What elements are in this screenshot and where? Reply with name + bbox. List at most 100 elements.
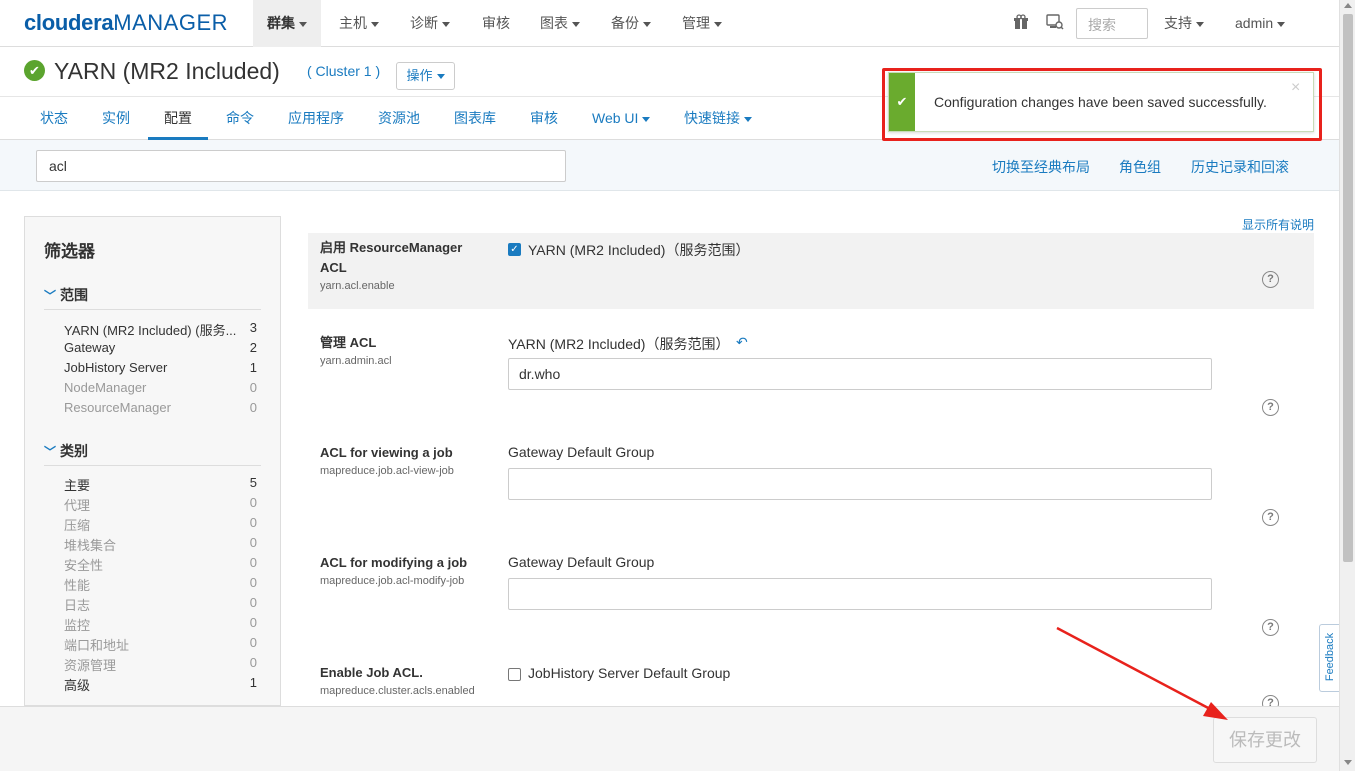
footer-bar: 保存更改 [0, 706, 1339, 771]
top-navbar: clouderaMANAGER 群集 主机 诊断 审核 图表 备份 管理 搜索 … [0, 0, 1339, 47]
config-scope-label: Gateway Default Group [508, 444, 655, 460]
global-search-input[interactable]: 搜索 [1076, 8, 1148, 39]
category-filter-count: 5 [249, 475, 257, 490]
feedback-tab[interactable]: Feedback [1319, 624, 1339, 692]
caret-down-icon [371, 21, 379, 27]
history-rollback-link[interactable]: 历史记录和回滚 [1191, 157, 1289, 177]
config-key: yarn.acl.enable [320, 280, 395, 292]
role-groups-link[interactable]: 角色组 [1119, 157, 1161, 177]
config-scope-label: JobHistory Server Default Group [528, 665, 731, 681]
page-scrollbar[interactable] [1339, 0, 1355, 771]
scroll-up-arrow-icon[interactable] [1344, 3, 1352, 8]
config-row: 管理 ACL yarn.admin.acl YARN (MR2 Included… [308, 325, 1314, 425]
show-all-descriptions-link[interactable]: 显示所有说明 [1242, 216, 1314, 233]
config-name: 管理 ACL [320, 335, 377, 350]
scope-filter-count: 0 [249, 400, 257, 415]
scope-filter-item[interactable]: YARN (MR2 Included) (服务... [64, 320, 254, 339]
category-filter-item[interactable]: 主要 [64, 475, 254, 494]
scope-filter-count: 3 [249, 320, 257, 335]
caret-down-icon [642, 116, 651, 122]
category-filter-count: 0 [249, 595, 257, 610]
view-job-acl-input[interactable] [508, 468, 1212, 500]
scope-filter-item[interactable]: JobHistory Server [64, 360, 254, 375]
annotation-highlight-box [882, 68, 1322, 141]
tab-instances[interactable]: 实例 [86, 97, 146, 140]
nav-charts[interactable]: 图表 [526, 0, 594, 47]
category-filter-item: 压缩 [64, 518, 91, 533]
tab-web-ui[interactable]: Web UI [576, 97, 666, 140]
filter-title: 筛选器 [44, 242, 95, 261]
parcel-icon[interactable] [1046, 14, 1064, 32]
category-filter-item: 安全性 [64, 558, 104, 573]
config-key: yarn.admin.acl [320, 355, 392, 367]
category-filter-item: 端口和地址 [64, 638, 130, 653]
modify-job-acl-input[interactable] [508, 578, 1212, 610]
category-section-header[interactable]: ﹀ 类别 [44, 441, 261, 466]
category-filter-item: 堆栈集合 [64, 538, 117, 553]
tab-configuration[interactable]: 配置 [148, 97, 208, 140]
category-filter-item: 资源管理 [64, 658, 117, 673]
undo-icon[interactable]: ↶ [736, 334, 748, 351]
nav-user-menu[interactable]: admin [1221, 0, 1299, 47]
gift-icon[interactable] [1012, 14, 1030, 32]
scroll-down-arrow-icon[interactable] [1344, 760, 1352, 765]
admin-acl-input[interactable]: dr.who [508, 358, 1212, 390]
config-search-input[interactable]: acl [36, 150, 566, 182]
tab-resource-pools[interactable]: 资源池 [362, 97, 436, 140]
switch-classic-layout-link[interactable]: 切换至经典布局 [992, 157, 1090, 177]
category-filter-item: 日志 [64, 598, 91, 613]
cloudera-manager-logo[interactable]: clouderaMANAGER [24, 10, 228, 36]
config-name: ACL for viewing a job [320, 445, 453, 460]
tab-chart-library[interactable]: 图表库 [438, 97, 512, 140]
category-filter-count: 0 [249, 655, 257, 670]
tab-commands[interactable]: 命令 [210, 97, 270, 140]
nav-clusters[interactable]: 群集 [253, 0, 321, 47]
service-title: YARN (MR2 Included) [54, 58, 280, 84]
config-row: ACL for viewing a job mapreduce.job.acl-… [308, 435, 1314, 535]
actions-dropdown-button[interactable]: 操作 [396, 62, 455, 90]
tab-audits[interactable]: 审核 [514, 97, 574, 140]
caret-down-icon [436, 74, 445, 80]
help-icon[interactable]: ? [1262, 509, 1279, 526]
caret-down-icon [299, 21, 307, 27]
help-icon[interactable]: ? [1262, 399, 1279, 416]
config-checkbox[interactable] [508, 668, 521, 681]
category-filter-item: 代理 [64, 498, 91, 513]
config-scope-label: YARN (MR2 Included)（服务范围） [528, 242, 750, 258]
nav-administration[interactable]: 管理 [668, 0, 736, 47]
scope-section-header[interactable]: ﹀ 范围 [44, 285, 261, 310]
nav-hosts[interactable]: 主机 [325, 0, 393, 47]
tab-status[interactable]: 状态 [24, 97, 84, 140]
category-filter-item[interactable]: 高级 [64, 675, 254, 694]
category-filter-count: 0 [249, 515, 257, 530]
check-circle-icon: ✔ [24, 60, 45, 81]
config-scope-label: YARN (MR2 Included)（服务范围） [508, 336, 730, 352]
nav-support[interactable]: 支持 [1150, 0, 1218, 47]
category-filter-count: 0 [249, 495, 257, 510]
nav-backup[interactable]: 备份 [597, 0, 665, 47]
caret-down-icon [643, 21, 651, 27]
config-key: mapreduce.cluster.acls.enabled [320, 685, 475, 697]
save-changes-button[interactable]: 保存更改 [1213, 717, 1317, 763]
caret-down-icon [744, 116, 752, 122]
help-icon[interactable]: ? [1262, 619, 1279, 636]
help-icon[interactable]: ? [1262, 271, 1279, 288]
category-filter-count: 1 [249, 675, 257, 690]
config-row: 启用 ResourceManager ACL yarn.acl.enable ✓… [308, 233, 1314, 309]
scrollbar-thumb[interactable] [1343, 14, 1353, 562]
scope-filter-item[interactable]: Gateway [64, 340, 254, 355]
nav-diagnostics[interactable]: 诊断 [396, 0, 464, 47]
config-name: Enable Job ACL. [320, 665, 423, 680]
config-name: 启用 ResourceManager ACL [320, 240, 463, 275]
config-checkbox[interactable]: ✓ [508, 243, 521, 256]
nav-audits[interactable]: 审核 [468, 0, 524, 47]
chevron-down-icon: ﹀ [44, 445, 57, 459]
feedback-label: Feedback [1324, 632, 1336, 682]
scope-filter-count: 0 [249, 380, 257, 395]
help-icon[interactable]: ? [1262, 695, 1279, 706]
cluster-link[interactable]: ( Cluster 1 ) [307, 63, 380, 79]
category-filter-count: 0 [249, 615, 257, 630]
caret-down-icon [714, 21, 722, 27]
tab-quick-links[interactable]: 快速链接 [668, 97, 768, 140]
tab-applications[interactable]: 应用程序 [272, 97, 360, 140]
